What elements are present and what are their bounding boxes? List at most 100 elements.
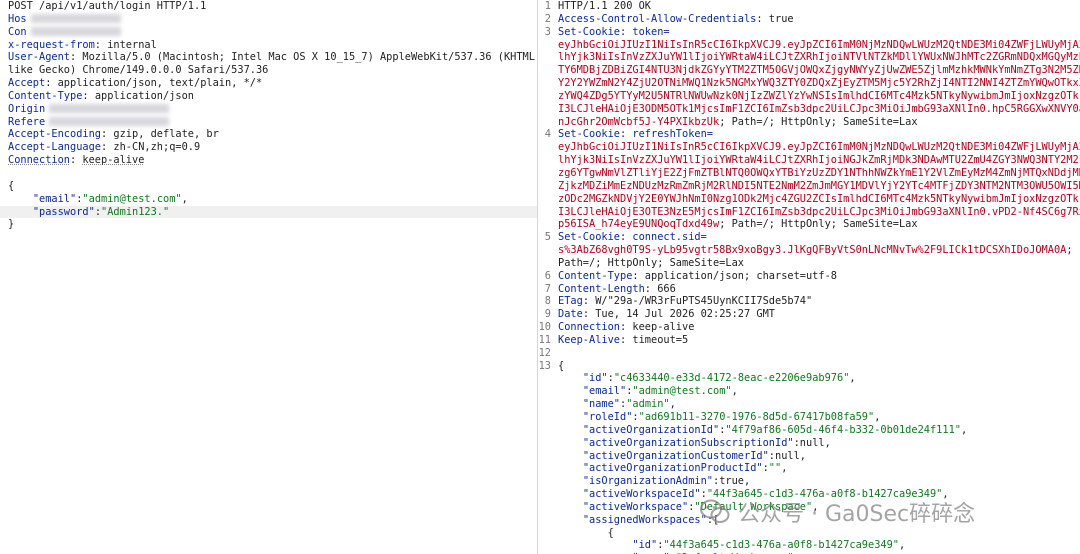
header-line[interactable]: x-request-from: internal (0, 39, 537, 52)
response-line[interactable]: "roleId":"ad691b11-3270-1976-8d5d-67417b… (538, 411, 1080, 424)
response-line[interactable]: zODc2MGZkNDVjY2E0YWJhNmI0Nzg1ODk2Mjc4ZGU… (538, 193, 1080, 206)
header-name: Accept-Encoding (8, 128, 101, 141)
text-segment: , (731, 385, 738, 398)
json-string: "44f3a645-c1d3-476a-a0f8-b1427ca9e349" (663, 539, 899, 552)
json-string: "c4633440-e33d-4172-8eac-e2206e9ab976" (613, 372, 850, 385)
response-line[interactable]: "name":"admin", (538, 398, 1080, 411)
text-segment (558, 372, 583, 384)
header-line[interactable]: Content-Type: application/json (0, 90, 537, 103)
response-line[interactable]: "email":"admin@test.com", (538, 385, 1080, 398)
response-line[interactable]: TY6MDBjZDBiZGI4NTU3NjdkZGYyYTM2ZTM5OGVjO… (538, 64, 1080, 77)
text-segment (558, 514, 583, 526)
header-key: Content-Length (558, 282, 645, 295)
body-line[interactable]: } (0, 218, 537, 231)
body-line[interactable]: "password":"Admin123." (0, 205, 537, 219)
response-line[interactable]: 9 Date: Tue, 14 Jul 2026 02:25:27 GMT (538, 308, 1080, 321)
response-line[interactable]: 8 ETag: W/"29a-/WR3rFuPTS45UynKCII7Sde5b7… (538, 295, 1080, 308)
line-number: 1 (544, 0, 551, 12)
line-number: 5 (544, 231, 551, 244)
cookie-token: p56ISA_h74eyE9UNQoqTdxd49w (558, 218, 720, 231)
response-line[interactable]: 7 Content-Length: 666 (538, 283, 1080, 296)
text-segment: : application/json; charset=utf-8 (632, 269, 837, 282)
response-line[interactable]: "activeOrganizationProductId":"", (538, 462, 1080, 475)
response-line[interactable]: "id":"c4633440-e33d-4172-8eac-e2206e9ab9… (538, 372, 1080, 385)
json-comma: , (181, 192, 188, 205)
request-body[interactable]: { "email":"admin@test.com", "password":"… (0, 180, 537, 231)
request-panel[interactable]: POST /api/v1/auth/login HTTP/1.1 Hos Con x… (0, 0, 537, 554)
line-number: 2 (544, 12, 551, 25)
text-segment: , (849, 372, 856, 385)
header-line[interactable]: Accept: application/json, text/plain, */… (0, 77, 537, 90)
response-line[interactable]: eyJhbGciOiJIUzI1NiIsInR5cCI6IkpXVCJ9.eyJ… (538, 39, 1080, 52)
line-number: 6 (544, 269, 551, 282)
response-line[interactable]: "id":"44f3a645-c1d3-476a-a0f8-b1427ca9e3… (538, 539, 1080, 552)
line-number: 10 (538, 321, 551, 334)
header-line[interactable]: User-Agent: Mozilla/5.0 (Macintosh; Inte… (0, 51, 537, 64)
cookie-token: lhYjk3NiIsInVzZXJuYW1lIjoiYWRtaW4iLCJtZX… (558, 154, 1080, 167)
header-separator: : (45, 77, 58, 90)
watermark: 公众号 · Ga0Sec碎碎念 (700, 497, 975, 527)
header-line[interactable]: Connection: keep-alive (0, 154, 537, 167)
request-headers: Hos Con x-request-from: internal User-Agent… (0, 13, 537, 167)
json-key: "email" (32, 192, 77, 205)
response-line[interactable]: lhYjk3NiIsInVzZXJuYW1lIjoiYWRtaW4iLCJtZX… (538, 154, 1080, 167)
json-key: "password" (32, 205, 95, 218)
redacted-value (49, 104, 170, 114)
response-line[interactable]: p56ISA_h74eyE9UNQoqTdxd49w; Path=/; Http… (538, 218, 1080, 231)
response-line[interactable]: Y2Y2YWZmN2Y4ZjU2OTNiMWQ1Nzk5NGMxYWQ3ZTY0… (538, 77, 1080, 90)
header-name: Refere (8, 115, 46, 128)
header-name: Origin (8, 102, 46, 115)
response-line[interactable]: 4 Set-Cookie: refreshToken= (538, 128, 1080, 141)
response-line[interactable]: 11 Keep-Alive: timeout=5 (538, 334, 1080, 347)
header-line[interactable]: Con (0, 26, 537, 39)
response-line[interactable]: 12 (538, 347, 1080, 360)
header-line[interactable]: like Gecko) Chrome/149.0.0.0 Safari/537.… (0, 64, 537, 77)
response-line[interactable]: 2 Access-Control-Allow-Credentials: true (538, 13, 1080, 26)
header-separator: : (94, 38, 108, 51)
header-line[interactable]: Accept-Language: zh-CN,zh;q=0.9 (0, 141, 537, 154)
response-line[interactable]: ZjkzMDZiMmEzNDUzMzRmZmRjM2RlNDI5NTE2NmM2… (538, 180, 1080, 193)
json-string: "admin@test.com" (82, 192, 182, 205)
header-key: "id" (632, 539, 658, 552)
header-key: Set-Cookie (558, 231, 620, 244)
response-line[interactable]: "isOrganizationAdmin":true, (538, 475, 1080, 488)
header-name: User-Agent (8, 51, 70, 64)
header-separator: : (70, 154, 83, 167)
response-line[interactable]: "activeOrganizationSubscriptionId":null, (538, 437, 1080, 450)
header-key: "roleId" (582, 411, 633, 423)
response-panel[interactable]: 1 HTTP/1.1 200 OK 2 Access-Control-Allow-Cr… (538, 0, 1080, 554)
header-key: "activeWorkspaceId" (582, 488, 701, 501)
text-segment: : keep-alive (620, 321, 695, 334)
response-line[interactable]: 5 Set-Cookie: connect.sid= (538, 231, 1080, 244)
response-line[interactable]: nJcGhr2OmWcbf5J-Y4PXIkbzUk; Path=/; Http… (538, 116, 1080, 129)
response-line[interactable]: 6 Content-Type: application/json; charset… (538, 270, 1080, 283)
text-segment: , (960, 423, 968, 436)
header-line[interactable]: Hos (0, 13, 537, 26)
response-line[interactable]: Path=/; HttpOnly; SameSite=Lax (538, 257, 1080, 270)
response-line[interactable]: { (538, 527, 1080, 540)
text-segment: : true (756, 12, 794, 25)
response-line[interactable]: "activeOrganizationId":"4f79af86-605d-46… (538, 424, 1080, 437)
line-number: 9 (544, 308, 551, 321)
header-line[interactable]: Accept-Encoding: gzip, deflate, br (0, 128, 537, 141)
response-line[interactable]: zg6YTgwNmVlZTliYjE2ZjFmZTBlNTQ0OWQxYTBiY… (538, 167, 1080, 180)
response-line[interactable]: 3 Set-Cookie: token= (538, 26, 1080, 39)
header-key: "activeOrganizationId" (582, 423, 720, 436)
body-brace: { (8, 179, 15, 192)
response-line[interactable]: I3LCJleHAiOjE3ODM5OTk1MjcsImF1ZCI6ImZsb3… (538, 103, 1080, 116)
response-line[interactable]: 1 HTTP/1.1 200 OK (538, 0, 1080, 13)
response-line[interactable]: I3LCJleHAiOjE3OTE3NzE5MjcsImF1ZCI6ImZsb3… (538, 206, 1080, 219)
header-line[interactable]: Refere (0, 116, 537, 129)
request-line[interactable]: POST /api/v1/auth/login HTTP/1.1 (0, 0, 537, 13)
header-line[interactable]: Origin (0, 103, 537, 116)
response-line[interactable]: 13 { (538, 360, 1080, 373)
body-line[interactable]: { (0, 180, 537, 193)
response-line[interactable]: zYWQ4ZDg5YTYyM2U5NTRlNWUwNzk0NjIzZWZlYzY… (538, 90, 1080, 103)
response-line[interactable]: "activeOrganizationCustomerId":null, (538, 450, 1080, 463)
response-line[interactable]: lhYjk3NiIsInVzZXJuYW1lIjoiYWRtaW4iLCJtZX… (538, 51, 1080, 64)
response-line[interactable]: eyJhbGciOiJIUzI1NiIsInR5cCI6IkpXVCJ9.eyJ… (538, 141, 1080, 154)
body-line[interactable]: "email":"admin@test.com", (0, 193, 537, 206)
response-line[interactable]: 10 Connection: keep-alive (538, 321, 1080, 334)
response-line[interactable]: s%3AbZ68vgh0T9S-yLb95vgtr58Bx9xoBgy3.JlK… (538, 244, 1080, 257)
text-segment: ; Path=/; HttpOnly; SameSite=Lax (719, 218, 918, 231)
